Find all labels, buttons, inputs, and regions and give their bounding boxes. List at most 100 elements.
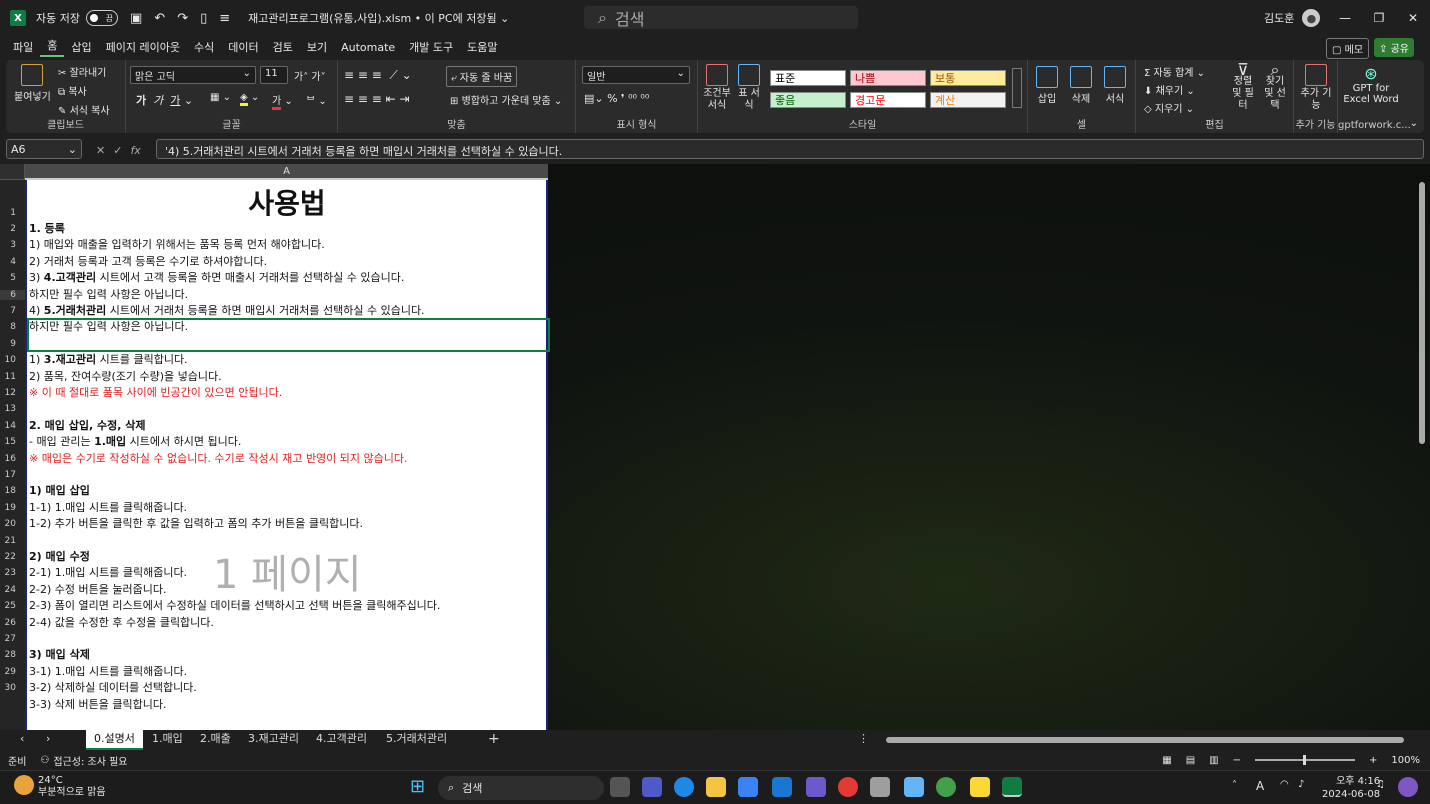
row-header[interactable]: 1 [0, 208, 25, 218]
font-color-button[interactable]: 가 ⌄ [272, 92, 293, 110]
cancel-icon[interactable]: ✕ [96, 144, 105, 157]
row-header[interactable]: 24 [0, 585, 25, 595]
mail-icon[interactable] [772, 777, 792, 797]
phonetic-button[interactable]: ᄇ ⌄ [306, 92, 327, 107]
page-break-view-icon[interactable]: ▥ [1209, 755, 1218, 766]
vertical-scrollbar[interactable] [1418, 168, 1426, 724]
copy-button[interactable]: ⧉ 복사 [58, 83, 87, 98]
tab-page-layout[interactable]: 페이지 레이아웃 [99, 39, 187, 55]
format-as-table-button[interactable]: 표 서식 [736, 64, 762, 112]
chrome-profile-icon[interactable] [936, 777, 956, 797]
tab-file[interactable]: 파일 [6, 39, 40, 55]
row-header[interactable]: 26 [0, 618, 25, 628]
autosave-toggle[interactable]: 끔 [85, 10, 118, 26]
row-header[interactable]: 12 [0, 388, 25, 398]
tab-automate[interactable]: Automate [334, 41, 402, 54]
comments-button[interactable]: ▢ 메모 [1326, 38, 1370, 59]
cell-style-5[interactable]: 계산 [930, 92, 1006, 108]
formula-input[interactable]: '4) 5.거래처관리 시트에서 거래처 등록을 하면 매입시 거래처를 선택하… [156, 139, 1424, 159]
number-format-select[interactable]: 일반 ⌄ [582, 66, 690, 84]
gpt-for-excel-button[interactable]: ⊛ GPT for Excel Word [1342, 64, 1400, 105]
row-header[interactable]: 11 [0, 372, 25, 382]
weather-icon[interactable] [14, 775, 34, 795]
enter-icon[interactable]: ✓ [113, 144, 122, 157]
document-title[interactable]: 재고관리프로그램(유통,사입).xlsm • 이 PC에 저장됨 ⌄ [248, 10, 509, 26]
weather-temp[interactable]: 24°C [38, 775, 106, 787]
search-box[interactable]: ⌕ 검색 [584, 6, 858, 29]
cell-style-1[interactable]: 나쁨 [850, 70, 926, 86]
tab-home[interactable]: 홈 [40, 37, 65, 57]
row-header[interactable]: 20 [0, 519, 25, 529]
file-explorer-icon[interactable] [706, 777, 726, 797]
tab-review[interactable]: 검토 [266, 39, 300, 55]
format-painter-button[interactable]: ✎ 서식 복사 [58, 102, 110, 117]
tab-formulas[interactable]: 수식 [187, 39, 221, 55]
ribbon-collapse-icon[interactable]: ⌄ [1410, 118, 1418, 129]
row-header[interactable]: 19 [0, 503, 25, 513]
teams-icon[interactable] [642, 777, 662, 797]
border-button[interactable]: ▦ ⌄ [210, 92, 231, 103]
zoom-level[interactable]: 100% [1391, 755, 1420, 766]
conditional-format-button[interactable]: 조건부 서식 [702, 64, 732, 112]
clock-date[interactable]: 2024-06-08 [1322, 788, 1380, 801]
merge-center-button[interactable]: ⊞ 병합하고 가운데 맞춤 ⌄ [450, 92, 562, 107]
row-header[interactable]: 4 [0, 257, 25, 267]
normal-view-icon[interactable]: ▦ [1162, 755, 1171, 766]
select-all-corner[interactable] [0, 164, 25, 180]
windows-start-icon[interactable]: ⊞ [410, 777, 430, 797]
ime-indicator[interactable]: A [1256, 779, 1264, 793]
sheet-tab[interactable]: 0.설명서 [86, 730, 143, 750]
task-view-icon[interactable] [610, 777, 630, 797]
kakaotalk-icon[interactable] [970, 777, 990, 797]
store-icon[interactable] [738, 777, 758, 797]
autosum-button[interactable]: Σ 자동 합계 ⌄ [1144, 64, 1205, 79]
sheet-tab[interactable]: 2.매출 [192, 730, 239, 750]
more-options-icon[interactable]: ⋮ [850, 730, 877, 750]
name-box[interactable]: A6 ⌄ [6, 139, 82, 159]
tab-help[interactable]: 도움말 [460, 39, 504, 55]
delete-cells-button[interactable]: 삭제 [1070, 66, 1092, 105]
tab-developer[interactable]: 개발 도구 [402, 39, 460, 55]
cell-style-4[interactable]: 경고문 [850, 92, 926, 108]
new-file-icon[interactable]: ▯ [200, 11, 207, 26]
calculator-icon[interactable] [870, 777, 890, 797]
insert-function-icon[interactable]: fx [130, 144, 140, 157]
row-header[interactable]: 2 [0, 224, 25, 234]
row-header[interactable]: 30 [0, 683, 25, 693]
maximize-icon[interactable]: ❐ [1362, 0, 1396, 36]
vertical-scroll-thumb[interactable] [1419, 182, 1425, 444]
row-header[interactable]: 8 [0, 322, 25, 332]
row-header[interactable]: 22 [0, 552, 25, 562]
tab-insert[interactable]: 삽입 [64, 39, 98, 55]
fill-color-button[interactable]: ◈ ⌄ [240, 92, 259, 106]
row-header[interactable]: 21 [0, 536, 25, 546]
share-button[interactable]: ⇪ 공유 [1374, 38, 1414, 57]
row-header[interactable]: 23 [0, 568, 25, 578]
next-sheet-icon[interactable]: › [38, 730, 58, 750]
font-grow-shrink[interactable]: 가˄ 가˅ [294, 68, 326, 83]
weather-desc[interactable]: 부분적으로 맑음 [38, 787, 106, 799]
row-header[interactable]: 18 [0, 486, 25, 496]
save-icon[interactable]: ▣ [130, 11, 142, 26]
sheet-tab[interactable]: 4.고객관리 [308, 730, 375, 750]
insert-cells-button[interactable]: 삽입 [1036, 66, 1058, 105]
copilot-icon[interactable] [1398, 777, 1418, 797]
row-header[interactable]: 10 [0, 355, 25, 365]
volume-icon[interactable]: ♪ [1298, 779, 1304, 790]
chrome-icon[interactable] [838, 777, 858, 797]
clock-time[interactable]: 오후 4:16 [1322, 775, 1380, 788]
cell-style-2[interactable]: 보통 [930, 70, 1006, 86]
qat-customize-icon[interactable]: ≡ [219, 11, 230, 26]
horizontal-align-buttons[interactable]: ≡ ≡ ≡ ⇤ ⇥ [344, 92, 410, 106]
row-header[interactable]: 13 [0, 404, 25, 414]
row-header[interactable]: 29 [0, 667, 25, 677]
row-header[interactable]: 14 [0, 421, 25, 431]
close-icon[interactable]: ✕ [1396, 0, 1430, 36]
accessibility-status[interactable]: 접근성: 조사 필요 [53, 753, 127, 768]
redo-icon[interactable]: ↷ [177, 11, 188, 26]
add-sheet-button[interactable]: + [480, 730, 508, 750]
notepad-icon[interactable] [904, 777, 924, 797]
format-cells-button[interactable]: 서식 [1104, 66, 1126, 105]
network-icon[interactable]: ◠ [1280, 779, 1289, 790]
fill-button[interactable]: ⬇ 채우기 ⌄ [1144, 82, 1195, 97]
